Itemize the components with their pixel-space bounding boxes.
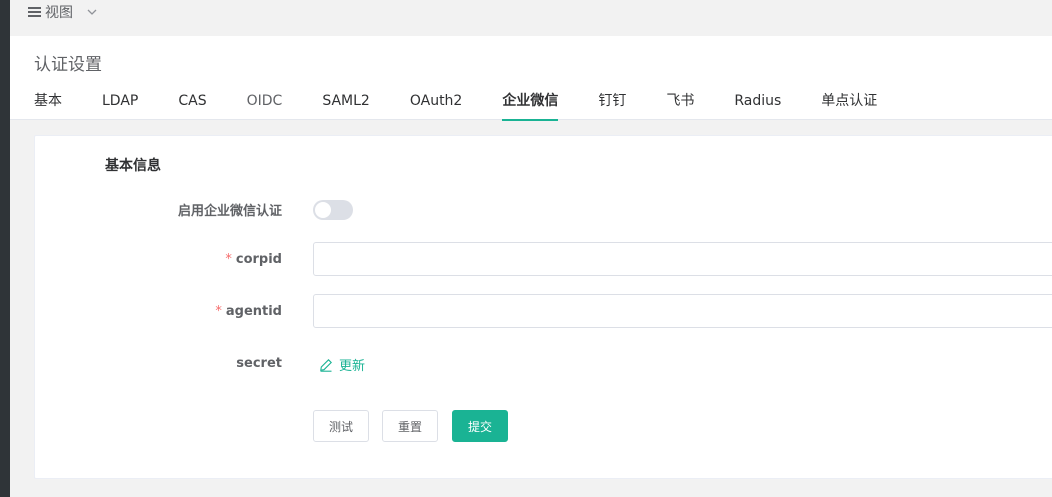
tab-oidc[interactable]: OIDC bbox=[247, 88, 283, 120]
auth-tabs: 基本 LDAP CAS OIDC SAML2 OAuth2 企业微信 钉钉 飞书… bbox=[34, 88, 877, 121]
reset-button[interactable]: 重置 bbox=[382, 410, 438, 442]
agentid-label-text: agentid bbox=[225, 304, 282, 319]
menu-icon bbox=[28, 7, 41, 17]
enable-toggle[interactable] bbox=[313, 200, 353, 220]
view-menu[interactable]: 视图 bbox=[28, 2, 99, 22]
tab-ldap[interactable]: LDAP bbox=[102, 88, 138, 120]
view-menu-label: 视图 bbox=[45, 5, 73, 21]
page-title: 认证设置 bbox=[34, 55, 102, 75]
tab-basic[interactable]: 基本 bbox=[34, 88, 62, 120]
required-mark: * bbox=[215, 304, 222, 319]
tab-saml2[interactable]: SAML2 bbox=[322, 88, 370, 120]
toggle-knob bbox=[315, 202, 331, 218]
app-sidebar-edge bbox=[0, 0, 10, 497]
page-header: 认证设置 基本 LDAP CAS OIDC SAML2 OAuth2 企业微信 … bbox=[10, 36, 1052, 121]
tab-cas[interactable]: CAS bbox=[178, 88, 206, 120]
tab-feishu[interactable]: 飞书 bbox=[666, 88, 694, 120]
edit-icon bbox=[320, 358, 332, 372]
corpid-label-text: corpid bbox=[235, 252, 282, 267]
section-title: 基本信息 bbox=[105, 158, 161, 174]
required-mark: * bbox=[225, 252, 232, 267]
settings-card: 基本信息 启用企业微信认证 * corpid * agentid secret 更新… bbox=[34, 135, 1052, 479]
enable-label: 启用企业微信认证 bbox=[177, 204, 282, 219]
tab-dingtalk[interactable]: 钉钉 bbox=[598, 88, 626, 120]
submit-button[interactable]: 提交 bbox=[452, 410, 508, 442]
agentid-input[interactable] bbox=[313, 294, 1052, 328]
chevron-down-icon bbox=[87, 9, 97, 15]
secret-update-link[interactable]: 更新 bbox=[319, 355, 365, 374]
tab-sso[interactable]: 单点认证 bbox=[821, 88, 877, 120]
corpid-label: * corpid bbox=[225, 252, 282, 267]
corpid-input[interactable] bbox=[313, 242, 1052, 276]
tab-oauth2[interactable]: OAuth2 bbox=[410, 88, 463, 120]
agentid-label: * agentid bbox=[215, 304, 282, 319]
update-label: 更新 bbox=[339, 359, 366, 374]
tab-wecom[interactable]: 企业微信 bbox=[502, 88, 559, 121]
tab-radius[interactable]: Radius bbox=[734, 88, 781, 120]
top-bar: 视图 bbox=[10, 0, 1052, 36]
secret-label: secret bbox=[236, 356, 282, 371]
test-button[interactable]: 测试 bbox=[313, 410, 369, 442]
